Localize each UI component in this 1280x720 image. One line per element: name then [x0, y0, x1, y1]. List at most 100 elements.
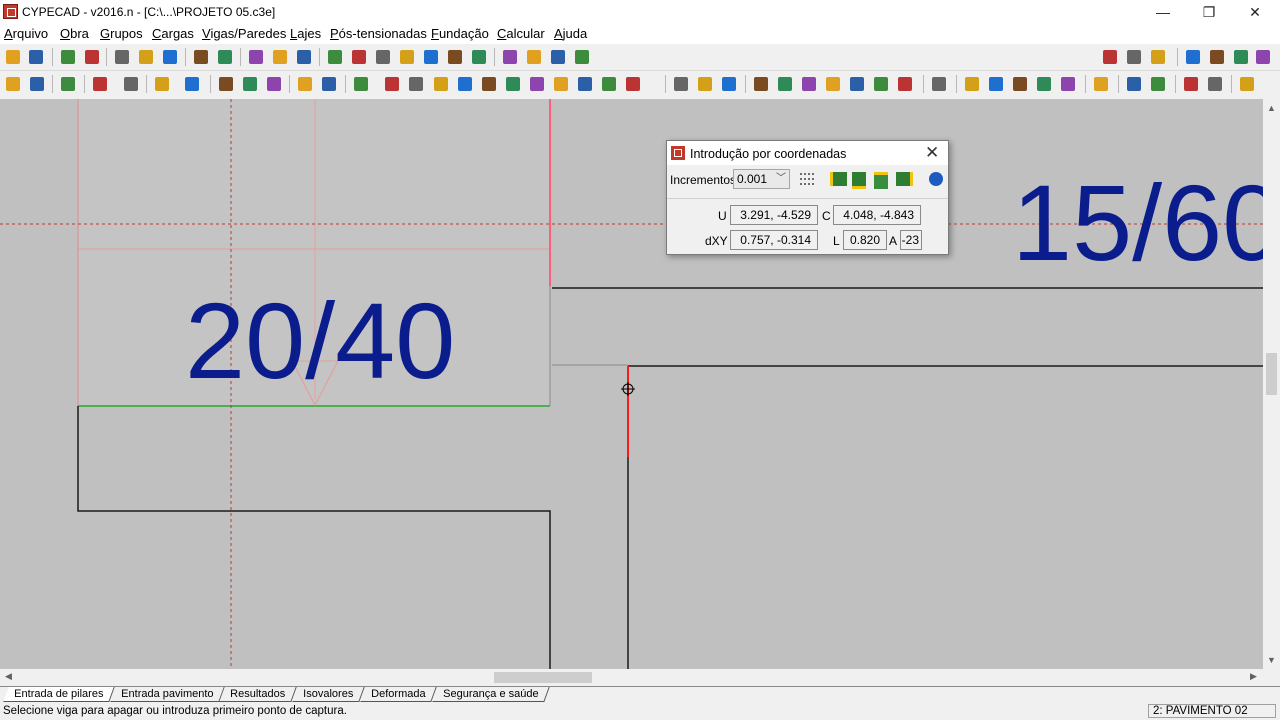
tab-isovalores[interactable]: Isovalores [292, 687, 365, 702]
zoom-window-icon[interactable] [325, 47, 345, 67]
stamp-icon[interactable] [799, 74, 819, 94]
split-icon[interactable] [623, 74, 643, 94]
load-icon[interactable] [216, 74, 236, 94]
menu-grupos[interactable]: Grupos [100, 26, 143, 41]
tab-seguranca-e-saude[interactable]: Segurança e saúde [432, 687, 551, 702]
close-button[interactable]: ✕ [1232, 0, 1278, 24]
floor-select-icon[interactable] [270, 47, 290, 67]
current-floor-indicator[interactable]: 2: PAVIMENTO 02 [1148, 704, 1276, 718]
snap-grid-icon[interactable] [797, 169, 817, 189]
scroll-right-icon[interactable]: ▶ [1250, 671, 1257, 682]
angle-field[interactable]: -23 [900, 230, 922, 250]
print-icon[interactable] [1100, 47, 1120, 67]
move-icon[interactable] [479, 74, 499, 94]
increments-select[interactable]: 0.001 ﹀ [733, 169, 790, 189]
dialog-help-icon[interactable] [926, 169, 946, 189]
insert-beam-icon[interactable] [382, 74, 402, 94]
axis-polar-icon[interactable] [849, 169, 869, 189]
load-surface-icon[interactable] [264, 74, 284, 94]
copy-icon[interactable] [847, 74, 867, 94]
edit-icon[interactable] [575, 74, 595, 94]
scroll-up-icon[interactable]: ▲ [1263, 103, 1280, 113]
trim-icon[interactable] [527, 74, 547, 94]
menu-arquivo[interactable]: Arquivo [4, 26, 48, 41]
axis-origin-icon[interactable] [548, 47, 568, 67]
edit-beam-icon[interactable] [406, 74, 426, 94]
axis-icon[interactable] [524, 47, 544, 67]
panel-3-icon[interactable] [1034, 74, 1054, 94]
dialog-close-button[interactable]: ✕ [925, 143, 939, 163]
tie-icon[interactable] [295, 74, 315, 94]
rebar-icon[interactable] [1181, 74, 1201, 94]
drop-icon[interactable] [121, 74, 141, 94]
drawing-canvas[interactable]: 20/40 15/60 [0, 99, 1263, 669]
grid-icon[interactable] [136, 47, 156, 67]
axis-origin-icon[interactable] [871, 169, 891, 189]
minimize-button[interactable]: — [1140, 0, 1186, 24]
menu-pos-tensionadas[interactable]: Pós-tensionadas [330, 26, 427, 41]
zoom-icon[interactable] [421, 47, 441, 67]
scroll-left-icon[interactable]: ◀ [5, 671, 12, 682]
panel-4-icon[interactable] [1058, 74, 1078, 94]
menu-ajuda[interactable]: Ajuda [554, 26, 587, 41]
hatch-icon[interactable] [962, 74, 982, 94]
floor-up-icon[interactable] [246, 47, 266, 67]
beam-tool-icon[interactable] [58, 47, 78, 67]
arrows-icon[interactable] [671, 74, 691, 94]
extend-icon[interactable] [551, 74, 571, 94]
lock-icon[interactable] [871, 74, 891, 94]
tab-entrada-de-pilares[interactable]: Entrada de pilares [3, 687, 116, 702]
axis-rotated-icon[interactable] [893, 169, 913, 189]
c-coordinate-field[interactable]: 4.048, -4.843 [833, 205, 921, 225]
maximize-button[interactable]: ❐ [1186, 0, 1232, 24]
column-icon[interactable] [3, 74, 23, 94]
save-icon[interactable] [26, 47, 46, 67]
menu-lajes[interactable]: Lajes [290, 26, 321, 41]
dxy-field[interactable]: 0.757, -0.314 [730, 230, 818, 250]
pan-icon[interactable] [445, 47, 465, 67]
cut-icon[interactable] [719, 74, 739, 94]
zoom-extents-icon[interactable] [469, 47, 489, 67]
axis-relative-icon[interactable] [827, 169, 847, 189]
brush-icon[interactable] [82, 47, 102, 67]
zoom-previous-icon[interactable] [373, 47, 393, 67]
menu-vigas-paredes[interactable]: Vigas/Paredes [202, 26, 286, 41]
dxf-template-icon[interactable] [112, 47, 132, 67]
globe-icon[interactable] [1253, 47, 1273, 67]
join-icon[interactable] [599, 74, 619, 94]
scissors-icon[interactable] [929, 74, 949, 94]
vertical-scrollbar[interactable]: ▲ ▼ [1263, 99, 1280, 669]
vertical-scroll-thumb[interactable] [1266, 353, 1277, 395]
panel-1-icon[interactable] [986, 74, 1006, 94]
load-line-icon[interactable] [240, 74, 260, 94]
panel-5-icon[interactable] [1091, 74, 1111, 94]
horizontal-scroll-thumb[interactable] [494, 672, 592, 683]
dialog-title-bar[interactable]: Introdução por coordenadas ✕ [667, 141, 948, 165]
exit-icon[interactable] [1207, 47, 1227, 67]
redo-icon[interactable] [215, 47, 235, 67]
measure-icon[interactable] [572, 47, 592, 67]
menu-obra[interactable]: Obra [60, 26, 89, 41]
hinge-icon[interactable] [751, 74, 771, 94]
align-icon[interactable] [431, 74, 451, 94]
redraw-icon[interactable] [397, 47, 417, 67]
beam-list-icon[interactable] [1205, 74, 1225, 94]
beam-report-icon[interactable] [1237, 74, 1257, 94]
open-folder-icon[interactable] [3, 47, 23, 67]
grid-table-icon[interactable] [1124, 74, 1144, 94]
assign-icon[interactable] [503, 74, 523, 94]
zoom-all-icon[interactable] [349, 47, 369, 67]
column-group-icon[interactable] [27, 74, 47, 94]
stairs-icon[interactable] [58, 74, 78, 94]
undo-icon[interactable] [191, 47, 211, 67]
beam-3d-icon[interactable] [182, 74, 202, 94]
calculator-icon[interactable] [90, 74, 110, 94]
reports-icon[interactable] [1183, 47, 1203, 67]
layers-icon[interactable] [500, 47, 520, 67]
group-icon[interactable] [895, 74, 915, 94]
export-icon[interactable] [1148, 47, 1168, 67]
scroll-down-icon[interactable]: ▼ [1263, 655, 1280, 665]
horizontal-scrollbar[interactable]: ◀ ▶ [0, 669, 1263, 686]
floor-down-icon[interactable] [294, 47, 314, 67]
tab-deformada[interactable]: Deformada [360, 687, 438, 702]
